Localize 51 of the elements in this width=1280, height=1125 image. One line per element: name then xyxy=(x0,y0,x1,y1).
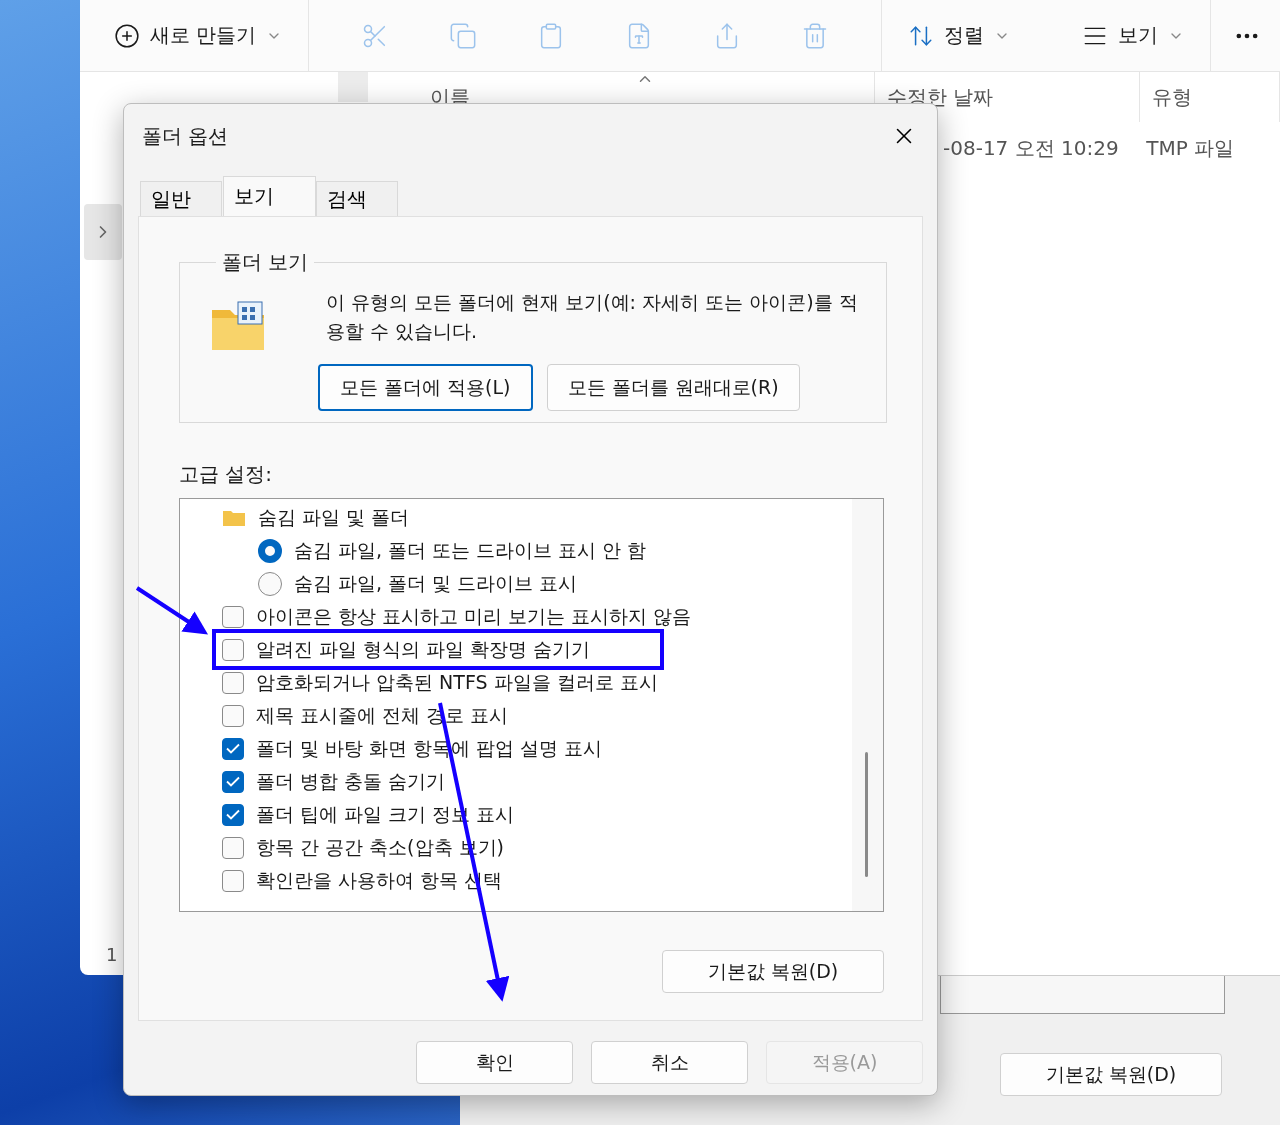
new-label: 새로 만들기 xyxy=(150,22,257,49)
option-label: 폴더 병합 충돌 숨기기 xyxy=(256,768,446,794)
checkbox[interactable] xyxy=(222,605,244,628)
sort-label: 정렬 xyxy=(944,22,985,49)
dialog-button: 적용(A) xyxy=(766,1041,923,1084)
checkbox[interactable] xyxy=(222,737,244,760)
restore-defaults-button[interactable]: 기본값 복원(D) xyxy=(1000,1053,1222,1096)
option-label: 숨김 파일, 폴더 또는 드라이브 표시 안 함 xyxy=(294,537,647,563)
radio-button[interactable] xyxy=(258,538,282,563)
group-title: 폴더 보기 xyxy=(221,249,310,276)
sort-button[interactable]: 정렬 xyxy=(904,11,1015,60)
tab[interactable]: 보기 xyxy=(223,176,316,216)
option-label: 숨김 파일, 폴더 및 드라이브 표시 xyxy=(294,570,578,596)
option-label: 알려진 파일 형식의 파일 확장명 숨기기 xyxy=(256,636,591,662)
checkbox[interactable] xyxy=(222,638,244,661)
item-count: 1 xyxy=(106,944,118,965)
folder-icon xyxy=(222,508,246,527)
folder-icon xyxy=(210,300,266,352)
tab[interactable]: 검색 xyxy=(316,181,398,216)
description-text: 이 유형의 모든 폴더에 현재 보기(예: 자세히 또는 아이콘)를 적용할 수 있습니다. xyxy=(326,290,859,344)
check-icon xyxy=(226,743,240,754)
setting-group-label: 숨김 파일 및 폴더 xyxy=(258,504,410,530)
new-button[interactable]: 새로 만들기 xyxy=(110,11,287,60)
section-label: 고급 설정: xyxy=(179,461,274,488)
checkbox[interactable] xyxy=(222,671,244,694)
column-header[interactable]: 유형 xyxy=(1140,72,1280,122)
check-icon xyxy=(226,809,240,820)
view-label: 보기 xyxy=(1118,22,1159,49)
view-button[interactable]: 보기 xyxy=(1078,11,1189,60)
radio-button[interactable] xyxy=(258,571,282,596)
apply-button[interactable]: 모든 폴더에 적용(L) xyxy=(318,364,533,411)
dialog-button[interactable]: 취소 xyxy=(591,1041,748,1084)
check-icon xyxy=(226,776,240,787)
scrollbar[interactable] xyxy=(852,499,883,911)
checkbox[interactable] xyxy=(222,836,244,859)
copy-icon[interactable] xyxy=(449,21,478,50)
option-label: 아이콘은 항상 표시하고 미리 보기는 표시하지 않음 xyxy=(256,603,692,629)
plus-icon xyxy=(114,22,140,49)
dialog-title: 폴더 옵션 xyxy=(142,122,229,150)
type-cell-text: TMP 파일 xyxy=(1145,134,1236,162)
restore-defaults-button[interactable]: 기본값 복원(D) xyxy=(662,950,884,993)
dialog-button[interactable]: 확인 xyxy=(416,1041,573,1084)
checkbox[interactable] xyxy=(222,704,244,727)
tab[interactable]: 일반 xyxy=(140,181,222,216)
checkbox[interactable] xyxy=(222,770,244,793)
option-label: 암호화되거나 압축된 NTFS 파일을 컬러로 표시 xyxy=(256,669,658,695)
scrollbar[interactable] xyxy=(338,72,368,102)
date-cell-text: -08-17 오전 10:29 xyxy=(943,134,1120,162)
checkbox[interactable] xyxy=(222,803,244,826)
checkbox[interactable] xyxy=(222,869,244,892)
apply-button[interactable]: 모든 폴더를 원래대로(R) xyxy=(546,364,800,411)
